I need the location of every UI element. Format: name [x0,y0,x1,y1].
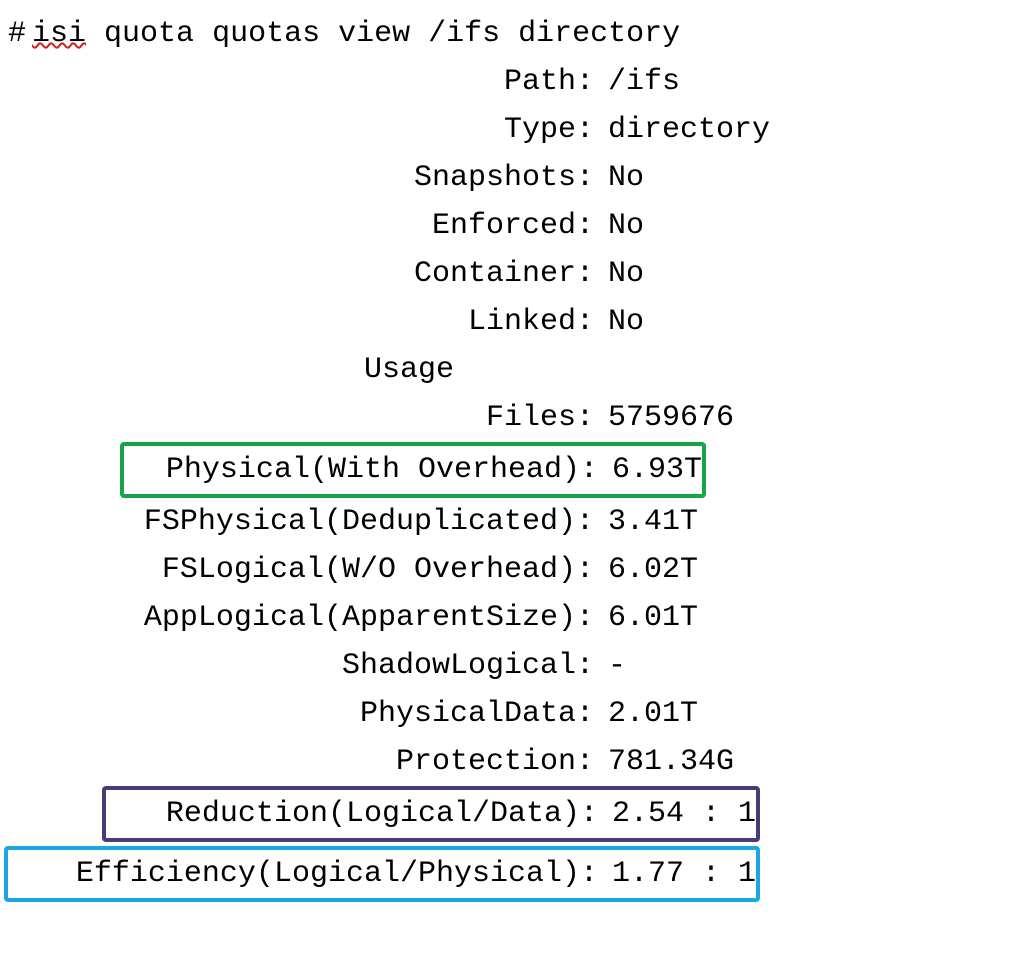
highlight-efficiency: Efficiency(Logical/Physical): 1.77 : 1 [4,842,1010,906]
value-fsphysical: 3.41T [598,498,698,546]
value-path: /ifs [598,58,680,106]
value-protection: 781.34G [598,738,734,786]
value-container: No [598,250,644,298]
prompt-hash: # [8,17,32,51]
value-applogical: 6.01T [598,594,698,642]
row-fsphysical: FSPhysical(Deduplicated): 3.41T [4,498,1010,546]
label-enforced: Enforced: [4,202,598,250]
command-rest: quota quotas view /ifs directory [104,17,680,51]
value-efficiency: 1.77 : 1 [602,850,756,898]
label-files: Files: [4,394,598,442]
label-fsphysical: FSPhysical(Deduplicated): [4,498,598,546]
highlight-reduction: Reduction(Logical/Data): 2.54 : 1 [4,782,1010,846]
value-enforced: No [598,202,644,250]
value-files: 5759676 [598,394,734,442]
row-type: Type: directory [4,106,1010,154]
label-physicaldata: PhysicalData: [4,690,598,738]
value-reduction: 2.54 : 1 [602,790,756,838]
row-path: Path: /ifs [4,58,1010,106]
value-type: directory [598,106,770,154]
label-container: Container: [4,250,598,298]
command-line: #isi quota quotas view /ifs directory [4,10,1010,58]
value-shadowlogical: - [598,642,626,690]
label-linked: Linked: [4,298,598,346]
value-linked: No [598,298,644,346]
row-container: Container: No [4,250,1010,298]
label-snapshots: Snapshots: [4,154,598,202]
value-physical: 6.93T [602,446,702,494]
value-snapshots: No [598,154,644,202]
row-fslogical: FSLogical(W/O Overhead): 6.02T [4,546,1010,594]
label-shadowlogical: ShadowLogical: [4,642,598,690]
row-shadowlogical: ShadowLogical: - [4,642,1010,690]
label-protection: Protection: [4,738,598,786]
row-applogical: AppLogical(ApparentSize): 6.01T [4,594,1010,642]
label-path: Path: [4,58,598,106]
label-reduction: Reduction(Logical/Data): [106,790,602,838]
row-files: Files: 5759676 [4,394,1010,442]
label-applogical: AppLogical(ApparentSize): [4,594,598,642]
row-physicaldata: PhysicalData: 2.01T [4,690,1010,738]
label-usage: Usage [4,346,458,394]
value-physicaldata: 2.01T [598,690,698,738]
row-linked: Linked: No [4,298,1010,346]
label-fslogical: FSLogical(W/O Overhead): [4,546,598,594]
row-protection: Protection: 781.34G [4,738,1010,786]
row-enforced: Enforced: No [4,202,1010,250]
highlight-physical: Physical(With Overhead): 6.93T [4,438,1010,502]
value-fslogical: 6.02T [598,546,698,594]
row-usage: Usage [4,346,1010,394]
label-physical: Physical(With Overhead): [124,446,602,494]
row-snapshots: Snapshots: No [4,154,1010,202]
command-isi: isi [32,17,86,51]
label-type: Type: [4,106,598,154]
label-efficiency: Efficiency(Logical/Physical): [8,850,602,898]
